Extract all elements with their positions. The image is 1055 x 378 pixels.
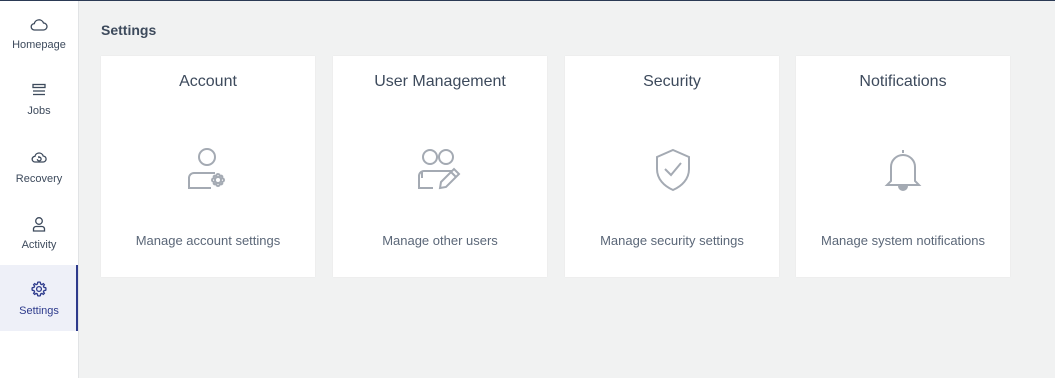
sidebar-item-label: Homepage (12, 39, 66, 51)
user-management-card[interactable]: User Management Manage other users (333, 56, 547, 277)
gear-icon (29, 279, 49, 299)
card-title: Notifications (859, 73, 947, 90)
users-edit-icon (417, 147, 463, 193)
card-title: User Management (374, 73, 506, 90)
sidebar-item-homepage[interactable]: Homepage (0, 1, 78, 67)
security-card[interactable]: Security Manage security settings (565, 56, 779, 277)
top-border (0, 0, 1055, 1)
sidebar-item-label: Jobs (27, 105, 51, 117)
card-title: Security (643, 73, 701, 90)
shield-check-icon (650, 147, 696, 193)
notifications-card[interactable]: Notifications Manage system notification… (796, 56, 1010, 277)
account-card[interactable]: Account Manage account settings (101, 56, 315, 277)
sidebar-item-recovery[interactable]: Recovery (0, 133, 78, 199)
cloud-icon (29, 15, 49, 35)
user-gear-icon (186, 147, 232, 193)
recovery-icon (29, 147, 49, 167)
sidebar: Homepage Jobs Recovery Activity Settings (0, 1, 79, 378)
sidebar-item-label: Settings (19, 305, 59, 317)
page-title: Settings (101, 22, 157, 38)
card-description: Manage security settings (600, 233, 744, 248)
bell-icon (880, 147, 926, 193)
sidebar-item-settings[interactable]: Settings (0, 265, 78, 331)
sidebar-item-label: Activity (21, 239, 57, 251)
jobs-icon (29, 81, 49, 101)
card-description: Manage other users (382, 233, 498, 248)
sidebar-item-jobs[interactable]: Jobs (0, 67, 78, 133)
activity-icon (29, 214, 49, 234)
card-title: Account (179, 73, 237, 90)
card-description: Manage system notifications (820, 233, 986, 248)
sidebar-item-activity[interactable]: Activity (0, 199, 78, 265)
card-description: Manage account settings (135, 233, 281, 248)
sidebar-item-label: Recovery (15, 173, 63, 185)
